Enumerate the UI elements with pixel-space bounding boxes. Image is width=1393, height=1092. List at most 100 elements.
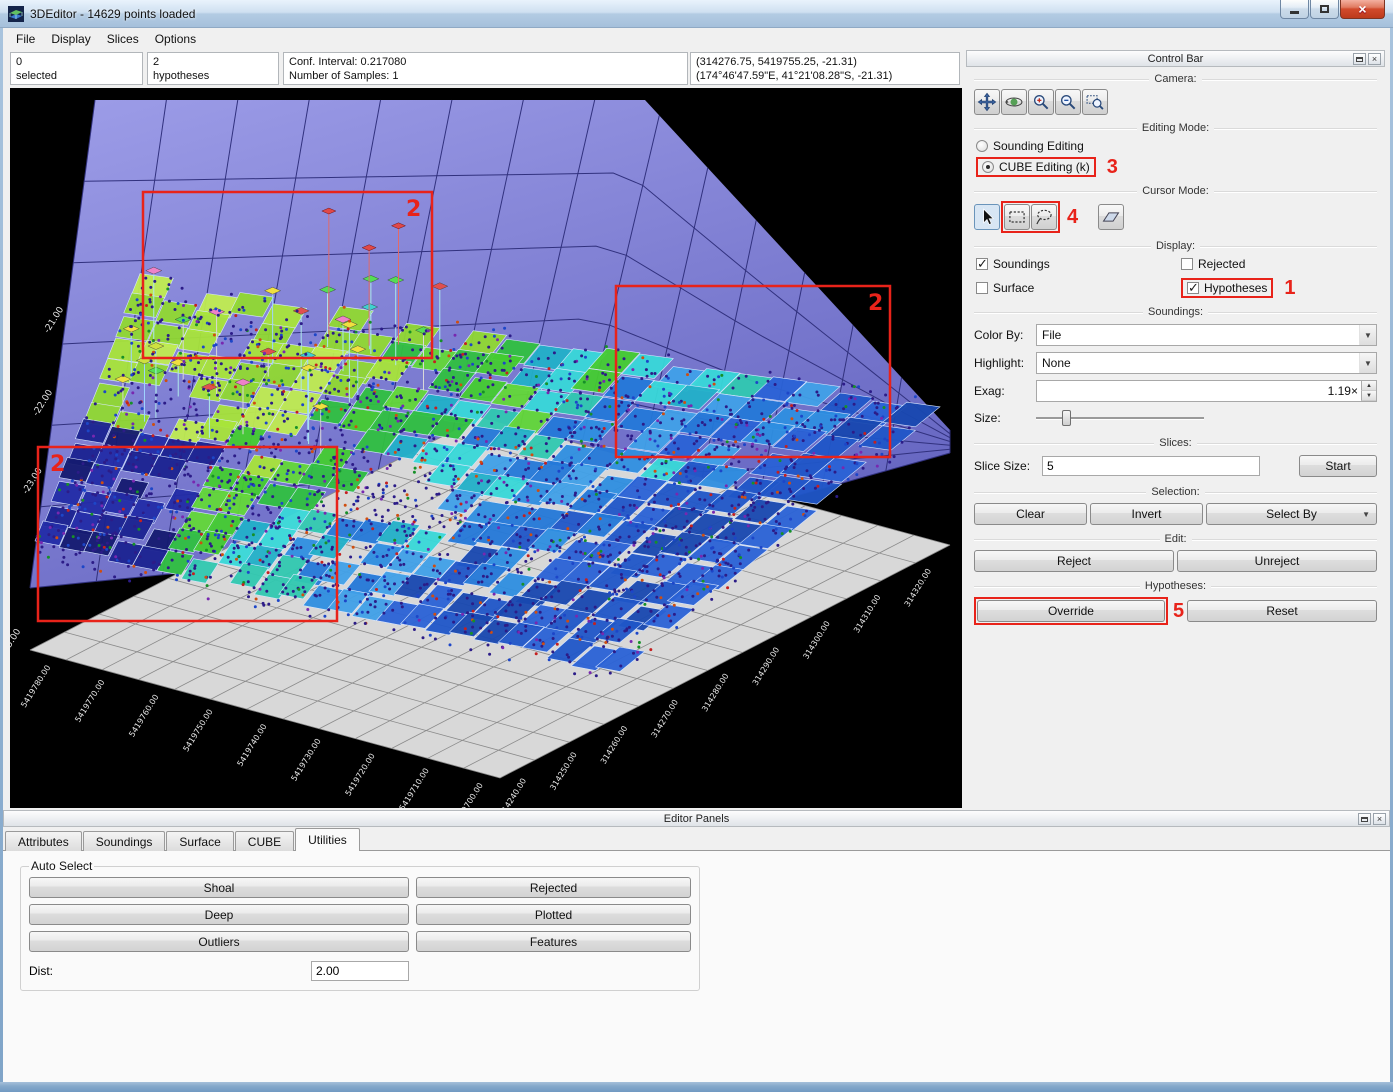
zoom-out-icon [1061, 95, 1076, 110]
invert-button[interactable]: Invert [1090, 503, 1203, 525]
cube-editing-option[interactable]: CUBE Editing (k) 3 [966, 155, 1385, 179]
callout-box-3: CUBE Editing (k) [976, 157, 1096, 177]
3d-viewport[interactable]: -21.00 -22.00 -23.00 -25.00 5419780.00 541977… [0, 88, 962, 827]
cursor-rect-select-button[interactable] [1004, 204, 1030, 230]
rejected-checkbox-row[interactable]: Rejected [1181, 257, 1385, 271]
pointer-icon [983, 208, 995, 225]
app-body: File Display Slices Options 0 selected 2… [0, 28, 1390, 1082]
callout-4: 4 [1067, 206, 1079, 228]
outliers-button[interactable]: Outliers [29, 931, 409, 952]
tab-attributes[interactable]: Attributes [5, 831, 82, 851]
3d-scene[interactable]: -21.00-22.00-23.00-25.005419780.00 541977… [0, 88, 962, 827]
surface-checkbox[interactable] [976, 282, 988, 294]
rejected-button[interactable]: Rejected [416, 877, 691, 898]
reset-button[interactable]: Reset [1187, 600, 1377, 622]
override-button[interactable]: Override [977, 600, 1165, 622]
svg-text:2: 2 [50, 452, 65, 477]
float-panel-button[interactable] [1353, 53, 1366, 65]
cursor-lasso-select-button[interactable] [1031, 204, 1057, 230]
slider-thumb[interactable] [1062, 410, 1071, 426]
features-button[interactable]: Features [416, 931, 691, 952]
camera-orbit-button[interactable] [1001, 89, 1027, 115]
slice-size-label: Slice Size: [974, 459, 1031, 473]
select-by-button[interactable]: Select By ▼ [1206, 503, 1377, 525]
reject-button[interactable]: Reject [974, 550, 1174, 572]
camera-zoom-in-button[interactable] [1028, 89, 1054, 115]
edit-section-label: Edit: [974, 533, 1377, 545]
clear-button[interactable]: Clear [974, 503, 1087, 525]
chevron-down-icon: ▼ [1359, 325, 1376, 345]
maximize-icon [1320, 5, 1329, 13]
camera-zoom-window-button[interactable] [1082, 89, 1108, 115]
menu-slices[interactable]: Slices [99, 29, 147, 49]
position-box: (314276.75, 5419755.25, -21.31) (174°46'… [690, 52, 960, 85]
confidence-box: Conf. Interval: 0.217080 Number of Sampl… [283, 52, 688, 85]
cursor-pointer-button[interactable] [974, 204, 1000, 230]
editor-panels-title: Editor Panels [663, 812, 730, 825]
cube-editing-label: CUBE Editing (k) [999, 160, 1090, 174]
exag-label: Exag: [974, 384, 1005, 398]
float-panel-button[interactable] [1358, 813, 1371, 825]
dist-input[interactable] [311, 961, 409, 981]
cursor-slice-button[interactable] [1098, 204, 1125, 230]
control-bar-panel: Control Bar × Camera: Editing Mode: Soun… [966, 50, 1385, 808]
hypotheses-section-label: Hypotheses: [974, 580, 1377, 592]
orbit-icon [1005, 97, 1023, 107]
surface-checkbox-row[interactable]: Surface [976, 278, 1181, 298]
selection-section-label: Selection: [974, 486, 1377, 498]
close-icon: × [1376, 813, 1383, 824]
slice-size-input[interactable] [1042, 456, 1260, 476]
color-by-value: File [1042, 328, 1062, 342]
close-button[interactable]: × [1340, 0, 1385, 19]
app-icon [8, 5, 24, 22]
soundings-checkbox-row[interactable]: Soundings [976, 256, 1181, 272]
unreject-button[interactable]: Unreject [1177, 550, 1377, 572]
hypotheses-checkbox[interactable] [1187, 280, 1199, 296]
soundings-section-label: Soundings: [974, 306, 1377, 318]
menu-display[interactable]: Display [43, 29, 98, 49]
callout-box-1: Hypotheses [1181, 278, 1274, 298]
surface-checkbox-label: Surface [993, 281, 1035, 295]
cube-editing-radio[interactable] [982, 161, 994, 173]
menu-options[interactable]: Options [147, 29, 204, 49]
num-samples: Number of Samples: 1 [289, 70, 399, 82]
close-panel-button[interactable]: × [1373, 813, 1386, 825]
rejected-checkbox[interactable] [1181, 258, 1193, 270]
tab-soundings[interactable]: Soundings [82, 831, 166, 851]
spin-up-icon[interactable]: ▲ [1361, 381, 1376, 391]
slice-icon [1102, 212, 1120, 222]
tab-cube[interactable]: CUBE [234, 831, 295, 851]
soundings-checkbox-label: Soundings [993, 257, 1050, 271]
plotted-button[interactable]: Plotted [416, 904, 691, 925]
soundings-checkbox[interactable] [976, 256, 988, 272]
hypotheses-checkbox-row[interactable]: Hypotheses 1 [1181, 278, 1385, 298]
start-button[interactable]: Start [1299, 455, 1377, 477]
exag-spinbox[interactable]: 1.19× ▲ ▼ [1036, 380, 1377, 402]
cursor-toolbar: 4 [966, 200, 1385, 234]
color-by-label: Color By: [974, 328, 1024, 342]
rect-select-icon [1009, 211, 1025, 223]
maximize-button[interactable] [1310, 0, 1339, 19]
sounding-editing-radio[interactable] [976, 140, 988, 152]
conf-interval: Conf. Interval: 0.217080 [289, 56, 407, 68]
sounding-editing-option[interactable]: Sounding Editing [966, 137, 1385, 155]
minimize-button[interactable] [1280, 0, 1309, 19]
highlight-dropdown[interactable]: None ▼ [1036, 352, 1377, 374]
color-by-dropdown[interactable]: File ▼ [1036, 324, 1377, 346]
size-slider[interactable] [1036, 408, 1204, 428]
menu-file[interactable]: File [8, 29, 43, 49]
hypotheses-count: 2 [153, 56, 160, 68]
window-title: 3DEditor - 14629 points loaded [30, 6, 196, 21]
deep-button[interactable]: Deep [29, 904, 409, 925]
spin-down-icon[interactable]: ▼ [1361, 391, 1376, 401]
display-options: Soundings Rejected Surface Hypotheses 1 [966, 255, 1385, 300]
hypotheses-label: hypotheses [153, 70, 210, 82]
tab-utilities[interactable]: Utilities [295, 828, 360, 851]
close-panel-button[interactable]: × [1368, 53, 1381, 65]
window-frame [0, 1082, 1393, 1092]
camera-pan-button[interactable] [974, 89, 1000, 115]
tab-surface[interactable]: Surface [166, 831, 234, 851]
camera-zoom-out-button[interactable] [1055, 89, 1081, 115]
auto-select-group: Auto Select Shoal Rejected Deep Plotted … [20, 859, 700, 991]
shoal-button[interactable]: Shoal [29, 877, 409, 898]
